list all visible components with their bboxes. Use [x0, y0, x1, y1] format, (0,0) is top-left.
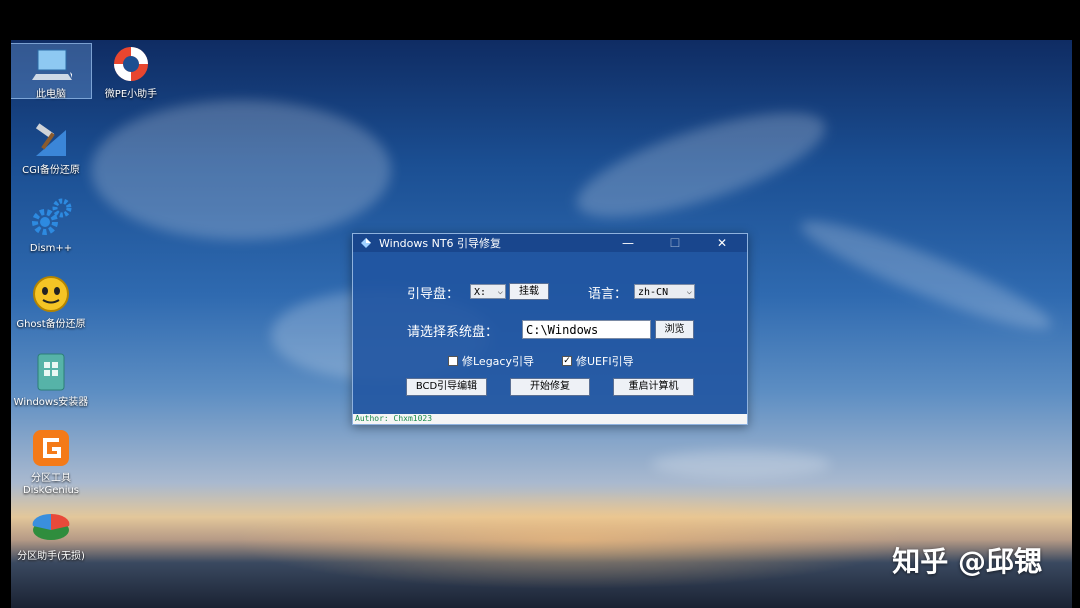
desktop-icon-label: Windows安装器: [13, 397, 89, 408]
title-bar[interactable]: Windows NT6 引导修复 — ☐ ✕: [353, 234, 747, 252]
legacy-checkbox[interactable]: 修Legacy引导: [448, 353, 534, 369]
cgi-backup-icon: [30, 120, 72, 162]
system-disk-label: 请选择系统盘：: [407, 325, 499, 340]
lifebuoy-icon: [110, 44, 152, 86]
mount-button[interactable]: 挂载: [509, 283, 549, 300]
desktop-icon-label: CGI备份还原: [22, 165, 80, 176]
system-disk-value: C:\Windows: [526, 323, 599, 337]
legacy-checkbox-label: 修Legacy引导: [462, 355, 534, 368]
app-icon: [361, 238, 371, 248]
cloud: [91, 100, 391, 240]
desktop-icon-label: 微PE小助手: [104, 89, 158, 100]
restart-button[interactable]: 重启计算机: [613, 378, 694, 396]
desktop-icon-diskgenius[interactable]: 分区工具DiskGenius: [11, 428, 91, 497]
system-disk-input[interactable]: C:\Windows: [522, 320, 651, 339]
desktop-icon-label: 此电脑: [36, 89, 66, 100]
legacy-checkbox-box[interactable]: [448, 356, 458, 366]
desktop-icon-label: Dism++: [29, 243, 73, 254]
language-select[interactable]: zh-CN ⌵: [634, 284, 695, 299]
boot-repair-window: Windows NT6 引导修复 — ☐ ✕ 引导盘： X: ⌵ 挂载 语言： …: [352, 233, 748, 425]
language-value: zh-CN: [638, 287, 669, 298]
watermark: 知乎 @邱锶: [892, 545, 1042, 578]
desktop-icon-ghost[interactable]: Ghost备份还原: [11, 274, 91, 331]
desktop-icon-partition-assistant[interactable]: 分区助手(无损): [11, 506, 91, 563]
desktop-icon-cgi[interactable]: CGI备份还原: [11, 120, 91, 177]
status-bar: Author: Chxm1023: [353, 414, 747, 424]
chevron-down-icon: ⌵: [497, 287, 503, 297]
desktop-icon-label: 分区助手(无损): [17, 551, 85, 562]
minimize-button[interactable]: —: [611, 234, 645, 252]
uefi-checkbox-label: 修UEFI引导: [576, 355, 634, 368]
maximize-button[interactable]: ☐: [658, 234, 692, 252]
close-button[interactable]: ✕: [705, 234, 739, 252]
desktop-icon-label: Ghost备份还原: [16, 319, 86, 330]
boot-disk-select[interactable]: X: ⌵: [470, 284, 506, 299]
cloud: [651, 450, 831, 478]
diskgenius-icon: [30, 428, 72, 470]
chevron-down-icon: ⌵: [686, 287, 692, 297]
boot-disk-value: X:: [474, 287, 487, 298]
cloud: [793, 205, 1059, 345]
partition-icon: [30, 506, 72, 548]
bcd-edit-button[interactable]: BCD引导编辑: [406, 378, 487, 396]
start-repair-button[interactable]: 开始修复: [510, 378, 590, 396]
computer-icon: [30, 44, 76, 86]
boot-disk-label: 引导盘：: [407, 287, 460, 302]
desktop-icon-this-pc[interactable]: 此电脑: [11, 43, 92, 100]
desktop-icon-label: 分区工具DiskGenius: [22, 473, 80, 496]
cloud: [566, 91, 836, 239]
desktop-icon-pe-helper[interactable]: 微PE小助手: [91, 44, 171, 101]
installer-icon: [30, 352, 72, 394]
desktop-icon-dism[interactable]: Dism++: [11, 198, 91, 255]
uefi-checkbox[interactable]: ✓ 修UEFI引导: [562, 353, 634, 369]
window-title: Windows NT6 引导修复: [379, 237, 502, 250]
gear-icon: [30, 198, 72, 240]
ghost-icon: [30, 274, 72, 316]
uefi-checkbox-box[interactable]: ✓: [562, 356, 572, 366]
browse-button[interactable]: 浏览: [655, 320, 694, 339]
language-label: 语言：: [588, 287, 628, 302]
desktop-icon-windows-installer[interactable]: Windows安装器: [11, 352, 91, 409]
